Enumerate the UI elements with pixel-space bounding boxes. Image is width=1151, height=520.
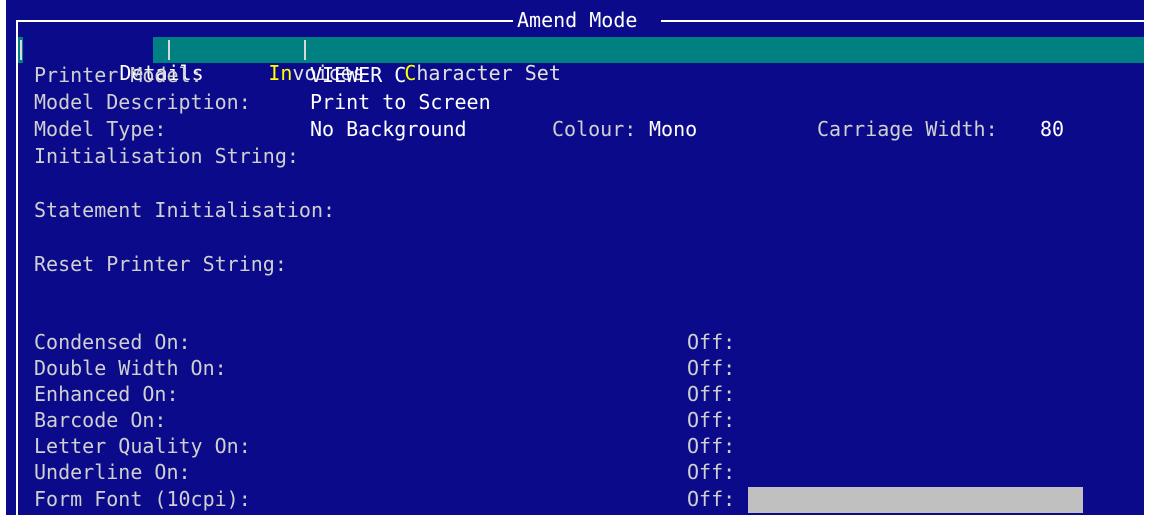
model-description-field[interactable]: Print to Screen [310, 89, 491, 115]
window-title: Amend Mode [513, 7, 642, 33]
tab-invoices-hotkey: In [268, 61, 293, 85]
frame-top-right-line [661, 20, 1144, 22]
model-type-field[interactable]: No Background [310, 116, 467, 142]
tab-separator [20, 40, 22, 60]
tab-details[interactable]: Details [23, 37, 204, 85]
underline-off-label: Off: [687, 460, 736, 484]
initialisation-string-label: Initialisation String: [34, 144, 299, 168]
enhanced-off-label: Off: [687, 382, 736, 406]
enhanced-on-label: Enhanced On: [34, 382, 179, 406]
condensed-off-label: Off: [687, 330, 736, 354]
form-font-on-label: Form Font (10cpi): [34, 487, 251, 511]
barcode-on-label: Barcode On: [34, 408, 167, 432]
statement-initialisation-label: Statement Initialisation: [34, 198, 336, 222]
condensed-on-label: Condensed On: [34, 330, 191, 354]
reset-printer-string-label: Reset Printer String: [34, 252, 287, 276]
tab-separator [304, 40, 306, 60]
terminal-screen: Amend Mode Details Invoices Character Se… [0, 0, 1151, 520]
tab-bar: Details Invoices Character Set [18, 37, 1144, 85]
colour-field[interactable]: Mono [649, 116, 697, 142]
double-width-on-label: Double Width On: [34, 356, 227, 380]
underline-on-label: Underline On: [34, 460, 191, 484]
carriage-width-field[interactable]: 80 [1040, 116, 1064, 142]
colour-label: Colour: [552, 117, 637, 141]
tab-character-set[interactable]: Character Set [308, 37, 561, 85]
carriage-width-label: Carriage Width: [817, 117, 998, 141]
model-description-label: Model Description: [34, 90, 251, 114]
barcode-off-label: Off: [687, 408, 736, 432]
frame-top-left-line [16, 20, 516, 22]
form-font-off-label: Off: [687, 487, 736, 511]
letter-quality-off-label: Off: [687, 434, 736, 458]
tab-character-set-label: haracter Set [416, 61, 561, 85]
tab-separator [168, 40, 170, 60]
form-font-off-input[interactable] [748, 487, 1083, 513]
printer-model-field[interactable]: VIEWER C [310, 62, 406, 88]
model-type-label: Model Type: [34, 117, 167, 141]
frame-left-line [16, 20, 18, 515]
printer-model-label: Printer Model: [34, 63, 203, 87]
letter-quality-on-label: Letter Quality On: [34, 434, 251, 458]
amend-mode-panel: Amend Mode Details Invoices Character Se… [6, 0, 1144, 517]
double-width-off-label: Off: [687, 356, 736, 380]
